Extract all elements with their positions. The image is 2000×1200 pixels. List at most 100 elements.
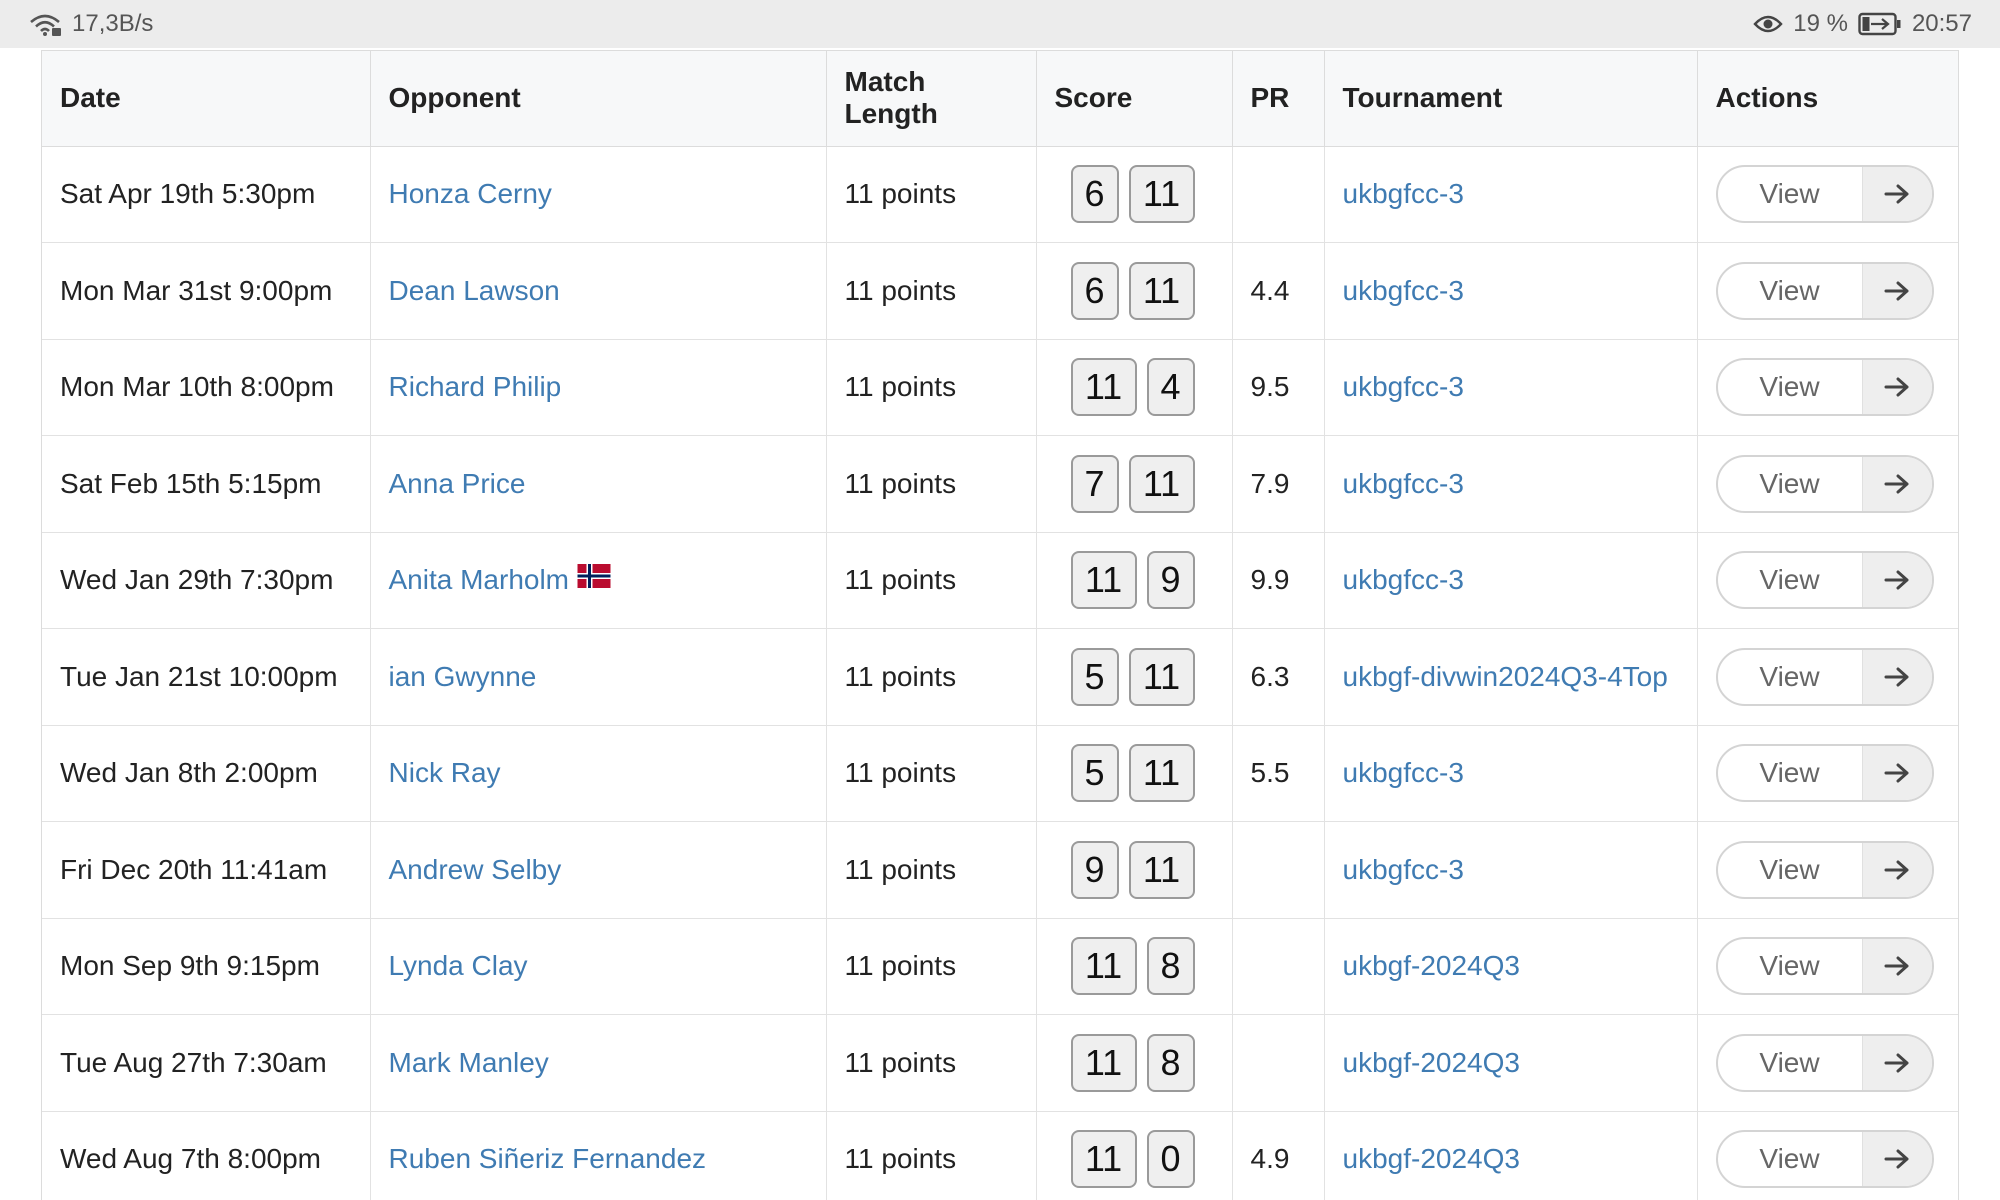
cell-match-length: 11 points [826, 532, 1037, 629]
score-opponent: 11 [1128, 454, 1195, 513]
arrow-right-icon[interactable] [1861, 553, 1932, 608]
view-match-button[interactable]: View [1715, 1033, 1934, 1092]
view-match-button[interactable]: View [1715, 165, 1934, 224]
cell-score: 6 11 [1036, 146, 1233, 243]
table-row: Fri Dec 20th 11:41am Andrew Selby 11 point… [42, 821, 1958, 919]
cell-tournament: ukbgf-2024Q3 [1324, 1111, 1698, 1200]
matches-table-container: Date Opponent Match Length Score PR Tour… [41, 50, 1959, 1200]
tournament-link[interactable]: ukbgf-2024Q3 [1343, 1143, 1520, 1174]
cell-date: Mon Mar 10th 8:00pm [42, 339, 371, 436]
tournament-link[interactable]: ukbgfcc-3 [1343, 468, 1464, 499]
cell-tournament: ukbgf-divwin2024Q3-4Top [1324, 628, 1698, 726]
cell-actions: View [1697, 1111, 1958, 1200]
tournament-link[interactable]: ukbgfcc-3 [1343, 854, 1464, 885]
cell-opponent: Andrew Selby [370, 821, 827, 919]
table-row: Sat Apr 19th 5:30pm Honza Cerny 11 points 6… [42, 146, 1958, 243]
cell-score: 11 0 [1036, 1111, 1233, 1200]
view-match-button[interactable]: View [1715, 937, 1934, 996]
arrow-right-icon[interactable] [1861, 746, 1932, 801]
table-row: Wed Jan 29th 7:30pm Anita Marholm 11 point… [42, 532, 1958, 629]
score-player: 9 [1070, 840, 1119, 899]
cell-tournament: ukbgfcc-3 [1324, 146, 1698, 243]
cell-tournament: ukbgf-2024Q3 [1324, 1014, 1698, 1112]
score-player: 6 [1070, 261, 1119, 320]
status-left: 17,3B/s [28, 10, 153, 38]
cell-pr: 6.3 [1232, 628, 1325, 726]
header-actions: Actions [1697, 51, 1958, 147]
tournament-link[interactable]: ukbgfcc-3 [1343, 178, 1464, 209]
cell-match-length: 11 points [826, 435, 1037, 533]
opponent-link[interactable]: Richard Philip [389, 371, 562, 402]
view-match-button[interactable]: View [1715, 551, 1934, 610]
arrow-right-icon[interactable] [1861, 360, 1932, 415]
cell-opponent: Lynda Clay [370, 918, 827, 1015]
arrow-right-icon[interactable] [1861, 842, 1932, 897]
opponent-link[interactable]: Andrew Selby [389, 854, 562, 885]
cell-date: Wed Jan 8th 2:00pm [42, 725, 371, 822]
table-row: Mon Sep 9th 9:15pm Lynda Clay 11 points 11 8… [42, 918, 1958, 1015]
view-match-button[interactable]: View [1715, 454, 1934, 513]
view-match-button[interactable]: View [1715, 840, 1934, 899]
view-match-button[interactable]: View [1715, 1130, 1934, 1189]
cell-date: Wed Jan 29th 7:30pm [42, 532, 371, 629]
tournament-link[interactable]: ukbgfcc-3 [1343, 371, 1464, 402]
score-opponent: 4 [1146, 358, 1195, 417]
opponent-link[interactable]: Dean Lawson [389, 275, 560, 306]
score-player: 5 [1070, 647, 1119, 706]
arrow-right-icon[interactable] [1861, 939, 1932, 994]
cell-score: 11 4 [1036, 339, 1233, 436]
tournament-link[interactable]: ukbgfcc-3 [1343, 275, 1464, 306]
arrow-right-icon[interactable] [1861, 1132, 1932, 1187]
opponent-link[interactable]: Anna Price [389, 468, 526, 499]
cell-actions: View [1697, 628, 1958, 726]
cell-score: 9 11 [1036, 821, 1233, 919]
system-status-bar: 17,3B/s 19 % 20:57 [0, 0, 2000, 48]
cell-date: Mon Sep 9th 9:15pm [42, 918, 371, 1015]
cell-tournament: ukbgfcc-3 [1324, 532, 1698, 629]
opponent-link[interactable]: Ruben Siñeriz Fernandez [389, 1143, 707, 1174]
opponent-link[interactable]: Honza Cerny [389, 178, 552, 209]
cell-tournament: ukbgfcc-3 [1324, 435, 1698, 533]
opponent-link[interactable]: Nick Ray [389, 757, 501, 788]
view-match-button[interactable]: View [1715, 261, 1934, 320]
header-match-length: Match Length [826, 51, 1037, 147]
view-button-label: View [1759, 660, 1820, 692]
arrow-right-icon[interactable] [1861, 1035, 1932, 1090]
arrow-right-icon[interactable] [1861, 263, 1932, 318]
cell-opponent: Ruben Siñeriz Fernandez [370, 1111, 827, 1200]
opponent-link[interactable]: Anita Marholm [389, 564, 570, 595]
view-match-button[interactable]: View [1715, 358, 1934, 417]
cell-date: Wed Aug 7th 8:00pm [42, 1111, 371, 1200]
cell-pr: 7.9 [1232, 435, 1325, 533]
view-match-button[interactable]: View [1715, 647, 1934, 706]
score-player: 11 [1070, 551, 1137, 610]
opponent-link[interactable]: Mark Manley [389, 1047, 549, 1078]
cell-opponent: Mark Manley [370, 1014, 827, 1112]
tournament-link[interactable]: ukbgf-2024Q3 [1343, 950, 1520, 981]
arrow-right-icon[interactable] [1861, 649, 1932, 704]
cell-pr: 9.9 [1232, 532, 1325, 629]
network-speed: 17,3B/s [72, 10, 154, 37]
cell-opponent: Honza Cerny [370, 146, 827, 243]
cell-score: 5 11 [1036, 628, 1233, 726]
cell-pr [1232, 918, 1325, 1015]
matches-table: Date Opponent Match Length Score PR Tour… [42, 51, 1958, 1200]
tournament-link[interactable]: ukbgf-2024Q3 [1343, 1047, 1520, 1078]
tournament-link[interactable]: ukbgfcc-3 [1343, 757, 1464, 788]
header-tournament: Tournament [1324, 51, 1698, 147]
view-match-button[interactable]: View [1715, 744, 1934, 803]
cell-match-length: 11 points [826, 918, 1037, 1015]
arrow-right-icon[interactable] [1861, 456, 1932, 511]
cell-pr [1232, 1014, 1325, 1112]
score-player: 11 [1070, 1033, 1137, 1092]
cell-actions: View [1697, 242, 1958, 340]
opponent-link[interactable]: ian Gwynne [389, 661, 537, 692]
tournament-link[interactable]: ukbgfcc-3 [1343, 564, 1464, 595]
table-row: Mon Mar 31st 9:00pm Dean Lawson 11 points 6… [42, 242, 1958, 340]
opponent-link[interactable]: Lynda Clay [389, 950, 528, 981]
battery-percent: 19 % [1793, 10, 1848, 37]
score-opponent: 8 [1146, 1033, 1195, 1092]
tournament-link[interactable]: ukbgf-divwin2024Q3-4Top [1343, 661, 1668, 692]
table-header-row: Date Opponent Match Length Score PR Tour… [42, 51, 1958, 147]
arrow-right-icon[interactable] [1861, 167, 1932, 222]
